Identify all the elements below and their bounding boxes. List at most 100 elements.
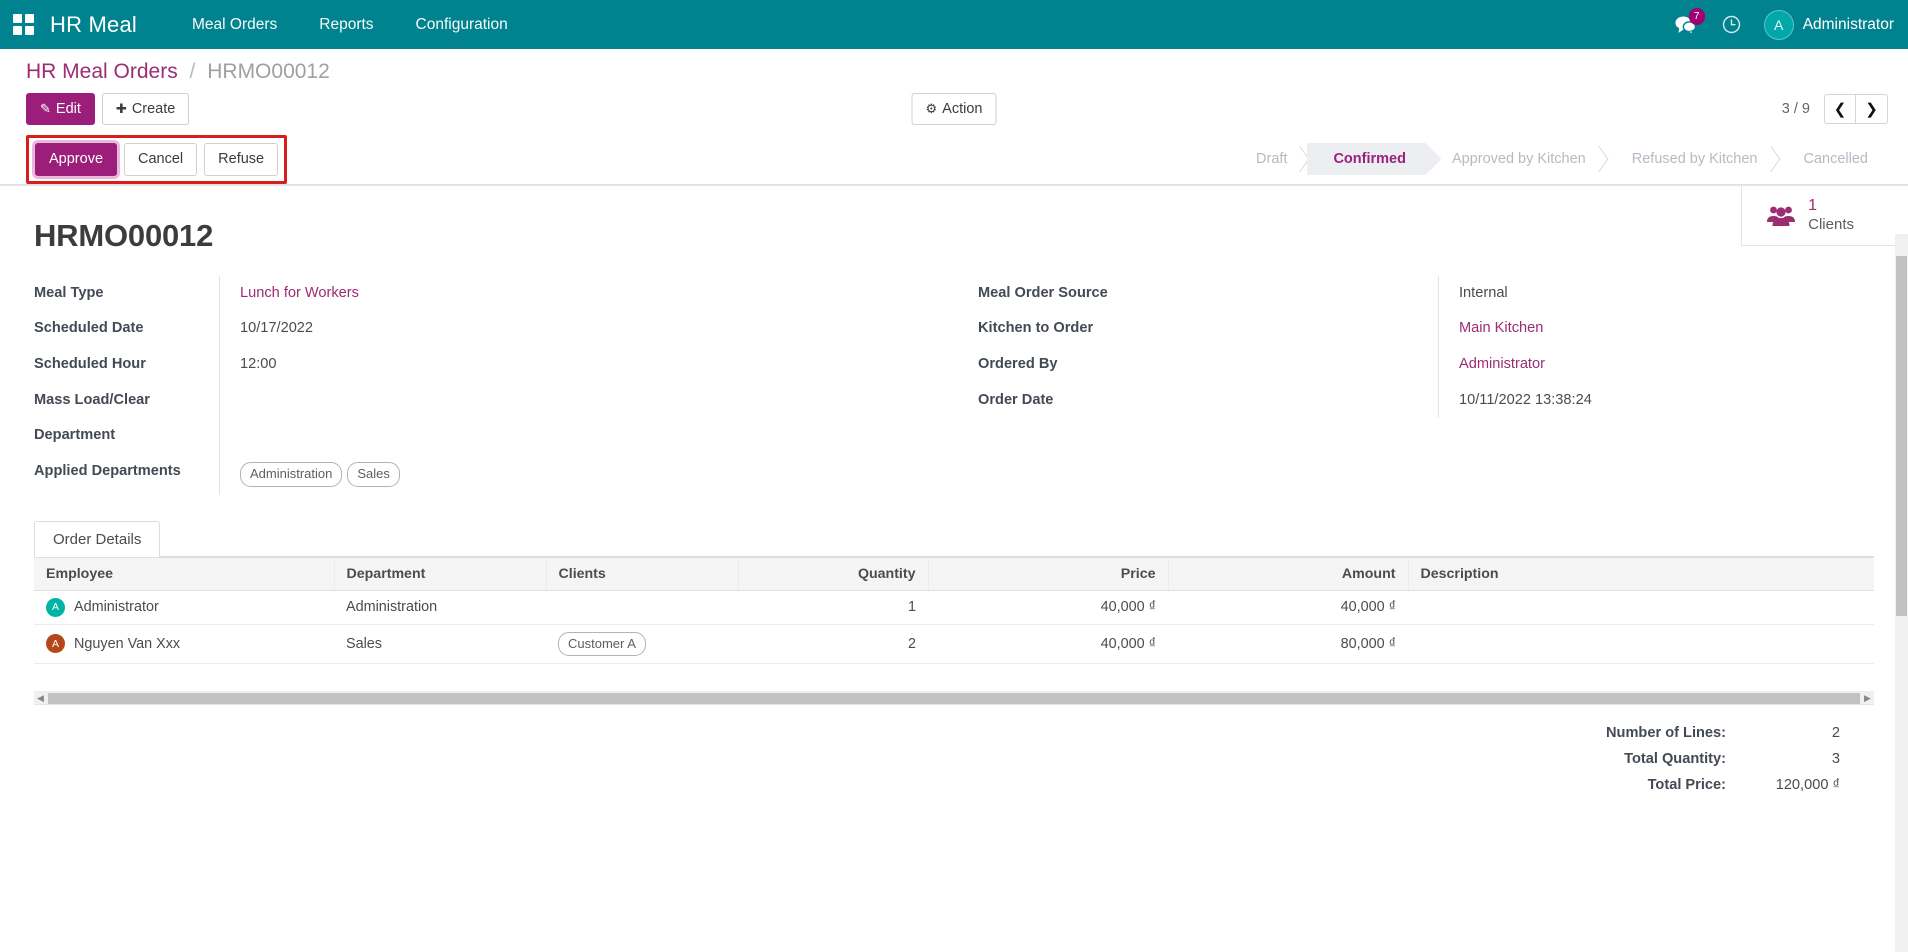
plus-icon: ✚ xyxy=(115,101,127,116)
menu-item-configuration[interactable]: Configuration xyxy=(395,0,529,49)
activities-button[interactable] xyxy=(1709,0,1754,49)
field-label-ordered-by: Ordered By xyxy=(978,355,1058,372)
field-value-order-date: 10/11/2022 13:38:24 xyxy=(1438,382,1874,419)
cell-employee: A Nguyen Van Xxx xyxy=(34,624,334,665)
gear-icon: ⚙ xyxy=(925,100,938,116)
status-row: Approve Cancel Refuse Draft Confirmed Ap… xyxy=(0,135,1908,184)
scroll-right-arrow-icon[interactable]: ▶ xyxy=(1861,692,1874,705)
table-row[interactable]: A Administrator Administration 1 40,000 … xyxy=(34,590,1874,625)
cell-price: 40,000 ₫ xyxy=(928,590,1168,625)
action-menu-wrap: ⚙ Action xyxy=(911,92,997,126)
users-group-icon xyxy=(1766,203,1796,227)
statusbar: Draft Confirmed Approved by Kitchen Refu… xyxy=(1230,143,1889,176)
user-name: Administrator xyxy=(1802,15,1894,33)
approve-button[interactable]: Approve xyxy=(35,143,118,176)
chevron-left-icon: ❮ xyxy=(1833,101,1847,119)
edit-button-label: Edit xyxy=(55,101,81,117)
pager: 3 / 9 ❮ ❯ xyxy=(1781,94,1888,125)
clients-stat-button[interactable]: 1 Clients xyxy=(1742,185,1908,246)
total-quantity-value: 3 xyxy=(1831,751,1840,768)
client-tag[interactable]: Customer A xyxy=(558,631,646,657)
total-price-label: Total Price: xyxy=(1647,777,1726,794)
cell-clients: Customer A xyxy=(546,624,738,665)
pager-label: 3 / 9 xyxy=(1781,101,1810,118)
scrollbar-thumb[interactable] xyxy=(48,692,1860,704)
scroll-left-arrow-icon[interactable]: ◀ xyxy=(34,692,47,705)
status-refused-by-kitchen[interactable]: Refused by Kitchen xyxy=(1606,143,1778,175)
order-lines-table: Employee Department Clients Quantity Pri… xyxy=(34,556,1874,693)
messages-button[interactable]: 7 xyxy=(1662,0,1709,49)
column-header-clients[interactable]: Clients xyxy=(545,556,738,591)
status-cancelled[interactable]: Cancelled xyxy=(1778,143,1889,175)
field-value-meal-type[interactable]: Lunch for Workers xyxy=(219,275,954,312)
apps-grid-icon xyxy=(12,14,34,35)
breadcrumb-current: HRMO00012 xyxy=(207,60,330,83)
tab-order-details[interactable]: Order Details xyxy=(34,520,161,557)
menu-item-meal-orders[interactable]: Meal Orders xyxy=(171,0,298,49)
department-tag[interactable]: Administration xyxy=(240,462,343,487)
total-price-value: 120,000 ₫ xyxy=(1775,777,1840,794)
cell-department: Sales xyxy=(334,624,546,665)
breadcrumb: HR Meal Orders / HRMO00012 xyxy=(26,60,1908,84)
department-tag[interactable]: Sales xyxy=(347,462,400,487)
clients-stat-value: 1 xyxy=(1808,196,1818,214)
order-lines-body: A Administrator Administration 1 40,000 … xyxy=(34,590,1874,693)
user-menu[interactable]: A Administrator xyxy=(1754,9,1894,40)
app-brand[interactable]: HR Meal xyxy=(46,12,149,38)
cell-clients xyxy=(546,590,738,625)
pencil-icon: ✎ xyxy=(40,101,51,116)
pager-next-button[interactable]: ❯ xyxy=(1856,94,1888,125)
status-confirmed[interactable]: Confirmed xyxy=(1307,143,1426,176)
cell-amount: 40,000 ₫ xyxy=(1168,590,1408,625)
cell-description xyxy=(1408,624,1874,665)
messages-badge: 7 xyxy=(1688,8,1705,25)
cell-employee: A Administrator xyxy=(34,590,334,625)
column-header-quantity[interactable]: Quantity xyxy=(737,556,928,591)
field-value-kitchen-to-order[interactable]: Main Kitchen xyxy=(1438,311,1874,347)
action-menu-label: Action xyxy=(942,100,983,117)
notebook-tabs: Order Details xyxy=(34,520,1874,557)
column-header-employee[interactable]: Employee xyxy=(34,556,334,591)
breadcrumb-root-link[interactable]: HR Meal Orders xyxy=(26,60,178,83)
breadcrumb-row: HR Meal Orders / HRMO00012 xyxy=(0,49,1908,84)
menu-item-reports[interactable]: Reports xyxy=(298,0,394,49)
action-menu-button[interactable]: ⚙ Action xyxy=(911,92,997,126)
page-scrollbar-thumb[interactable] xyxy=(1896,255,1907,616)
pager-previous-button[interactable]: ❮ xyxy=(1824,94,1856,125)
page-vertical-scrollbar[interactable] xyxy=(1895,233,1908,952)
field-value-scheduled-hour: 12:00 xyxy=(219,346,954,383)
apps-menu-button[interactable] xyxy=(0,14,46,35)
field-value-meal-order-source: Internal xyxy=(1438,275,1874,312)
field-label-meal-type: Meal Type xyxy=(34,284,104,301)
field-value-scheduled-date: 10/17/2022 xyxy=(219,311,954,347)
table-horizontal-scrollbar[interactable]: ◀ ▶ xyxy=(34,692,1874,706)
cell-employee-name: Nguyen Van Xxx xyxy=(74,635,181,652)
cell-employee-name: Administrator xyxy=(74,599,159,616)
cell-description xyxy=(1408,590,1874,625)
create-button[interactable]: ✚ Create xyxy=(101,93,190,126)
table-row[interactable]: A Nguyen Van Xxx Sales Customer A 2 40,0… xyxy=(34,624,1874,665)
refuse-button[interactable]: Refuse xyxy=(204,143,279,176)
total-quantity-label: Total Quantity: xyxy=(1624,751,1726,768)
table-header-row: Employee Department Clients Quantity Pri… xyxy=(34,556,1874,591)
column-header-price[interactable]: Price xyxy=(927,556,1168,591)
cancel-button[interactable]: Cancel xyxy=(124,143,198,176)
column-header-description[interactable]: Description xyxy=(1407,556,1874,591)
column-header-amount[interactable]: Amount xyxy=(1167,556,1408,591)
form-sheet: 1 Clients HRMO00012 Meal Type Lunch for … xyxy=(0,184,1908,952)
field-label-department: Department xyxy=(34,427,116,444)
field-label-applied-departments: Applied Departments xyxy=(34,463,181,480)
status-approved-by-kitchen[interactable]: Approved by Kitchen xyxy=(1426,143,1606,175)
cell-price: 40,000 ₫ xyxy=(928,624,1168,665)
clients-stat-text: 1 Clients xyxy=(1808,197,1854,235)
cell-quantity: 1 xyxy=(738,590,928,625)
form-column-left: Meal Type Lunch for Workers Scheduled Da… xyxy=(34,275,954,495)
navbar-right: 7 A Administrator xyxy=(1662,0,1894,49)
main-menu: Meal Orders Reports Configuration xyxy=(171,0,529,49)
column-header-department[interactable]: Department xyxy=(333,556,546,591)
edit-button[interactable]: ✎ Edit xyxy=(26,93,95,126)
cell-quantity: 2 xyxy=(738,624,928,665)
chevron-right-icon: ❯ xyxy=(1865,101,1878,119)
field-value-ordered-by[interactable]: Administrator xyxy=(1438,346,1874,383)
status-draft[interactable]: Draft xyxy=(1230,143,1307,175)
